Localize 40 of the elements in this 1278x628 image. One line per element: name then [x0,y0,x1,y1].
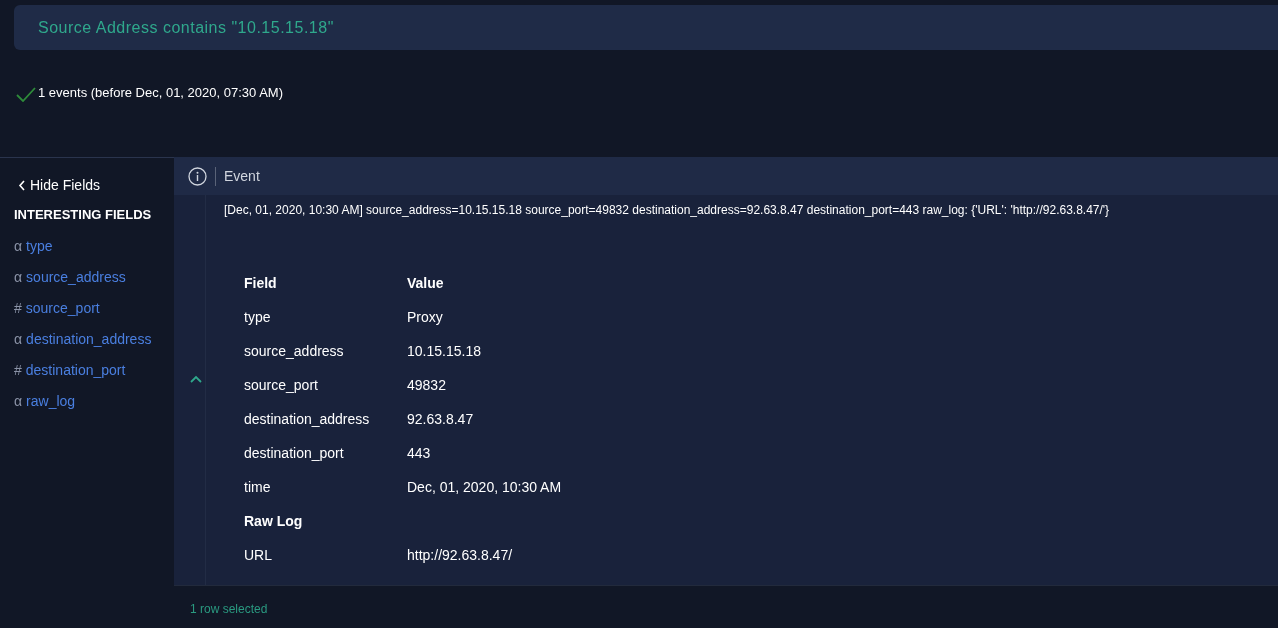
field-name: source_port [244,375,319,395]
type-symbol: α [14,391,23,411]
chevron-left-icon [18,180,26,191]
field-name: URL [244,545,273,565]
result-summary: 1 events (before Dec, 01, 2020, 07:30 AM) [38,83,283,102]
query-bar[interactable]: Source Address contains "10.15.15.18" [14,5,1278,50]
column-header: Value [407,273,444,293]
field-link[interactable]: raw_log [26,390,76,412]
column-header[interactable]: Event [224,165,260,187]
type-symbol: α [14,267,23,287]
field-link[interactable]: destination_address [26,328,152,350]
query-text: Source Address contains "10.15.15.18" [38,17,334,38]
field-value: Dec, 01, 2020, 10:30 AM [407,477,562,497]
status-text: 1 row selected [190,601,268,618]
collapse-icon[interactable] [190,375,202,383]
field-link[interactable]: source_address [26,266,126,288]
type-symbol: α [14,329,23,349]
field-value: http://92.63.8.47/ [407,545,513,565]
field-link[interactable]: destination_port [25,359,126,381]
field-name: destination_port [244,443,345,463]
field-name: destination_address [244,409,371,429]
type-symbol: # [14,298,22,318]
raw-event-text: [Dec, 01, 2020, 10:30 AM] source_address=10.15.15.18 source_port=49832 destination_address=92.63.8.47 destination_port=443 raw_log: {'URL': 'http://92.63.8.47/'} [224,202,1111,219]
sidebar-heading: INTERESTING FIELDS [14,206,153,224]
field-name: type [244,307,272,327]
field-value: 49832 [407,375,446,395]
field-name: time [244,477,272,497]
field-value: Proxy [407,307,443,327]
field-value: 92.63.8.47 [407,409,474,429]
section-heading: Raw Log [244,511,304,531]
field-name: source_address [244,341,345,361]
field-value: 10.15.15.18 [407,341,481,361]
info-icon[interactable] [188,166,207,186]
field-value: 443 [407,443,431,463]
field-link[interactable]: source_port [25,297,100,319]
column-header: Field [244,273,278,293]
hide-fields-link[interactable]: Hide Fields [14,175,101,196]
type-symbol: α [14,236,23,256]
field-link[interactable]: type [26,235,53,257]
type-symbol: # [14,360,22,380]
